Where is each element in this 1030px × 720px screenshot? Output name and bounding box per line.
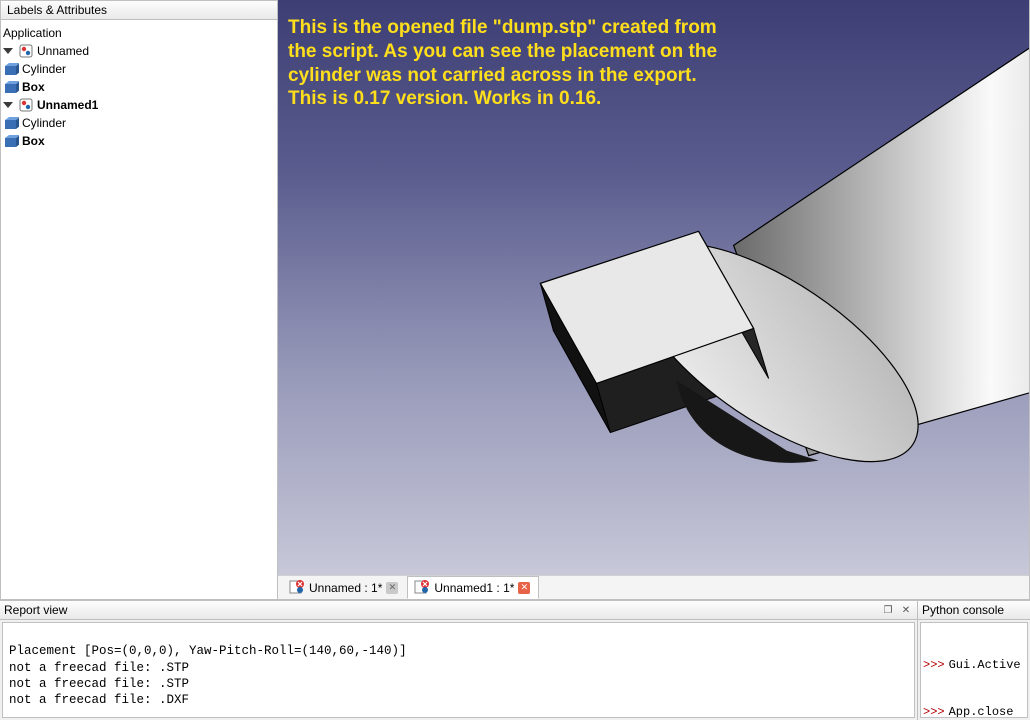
- annotation-line: cylinder was not carried across in the e…: [288, 64, 1025, 88]
- part-icon: [3, 61, 19, 77]
- document-icon: [18, 43, 34, 59]
- document-tab-icon: [289, 578, 305, 597]
- chevron-down-icon[interactable]: [3, 48, 13, 54]
- report-view-panel: Report view ❐ ✕ Placement [Pos=(0,0,0), …: [0, 601, 918, 720]
- tree-doc-unnamed[interactable]: Unnamed: [3, 42, 275, 60]
- tree-item-label: Box: [22, 134, 45, 148]
- labels-attributes-panel: Labels & Attributes Application Unnamed …: [0, 0, 278, 600]
- tree-root[interactable]: Application: [3, 24, 275, 42]
- python-prompt: >>>: [923, 658, 945, 674]
- tree-item-label: Cylinder: [22, 116, 66, 130]
- document-tab-icon: [414, 578, 430, 597]
- python-line: >>>Gui.Active: [923, 658, 1021, 674]
- report-line: not a freecad file: .DXF: [9, 693, 189, 707]
- report-line: Placement [Pos=(0,0,0), Yaw-Pitch-Roll=(…: [9, 644, 407, 658]
- dock-icon[interactable]: ❐: [881, 603, 895, 617]
- tree-item-cylinder[interactable]: Cylinder: [3, 60, 275, 78]
- part-icon: [3, 133, 19, 149]
- tree-item-label: Cylinder: [22, 62, 66, 76]
- tree-item-label: Box: [22, 80, 45, 94]
- tree-doc-label: Unnamed: [37, 44, 89, 58]
- annotation-line: This is 0.17 version. Works in 0.16.: [288, 87, 1025, 111]
- report-view-body[interactable]: Placement [Pos=(0,0,0), Yaw-Pitch-Roll=(…: [2, 622, 915, 718]
- tree-body[interactable]: Application Unnamed Cylinder B: [1, 20, 277, 599]
- annotation-text: This is the opened file "dump.stp" creat…: [288, 16, 1025, 111]
- document-tab-unnamed1[interactable]: Unnamed1 : 1* ✕: [407, 576, 539, 599]
- part-icon: [3, 79, 19, 95]
- tree-doc-unnamed1[interactable]: Unnamed1: [3, 96, 275, 114]
- tab-close-icon[interactable]: ✕: [386, 582, 398, 594]
- tree-item-box[interactable]: Box: [3, 132, 275, 150]
- tree-item-cylinder[interactable]: Cylinder: [3, 114, 275, 132]
- python-console-panel: Python console >>>Gui.Active >>>App.clos…: [918, 601, 1030, 720]
- document-tab-label: Unnamed : 1*: [309, 581, 382, 595]
- python-prompt: >>>: [923, 705, 945, 718]
- report-view-title: Report view: [4, 603, 67, 617]
- viewport-container: This is the opened file "dump.stp" creat…: [278, 0, 1030, 600]
- close-icon[interactable]: ✕: [899, 603, 913, 617]
- annotation-line: the script. As you can see the placement…: [288, 40, 1025, 64]
- 3d-viewport[interactable]: This is the opened file "dump.stp" creat…: [278, 0, 1029, 575]
- chevron-down-icon[interactable]: [3, 102, 13, 108]
- annotation-line: This is the opened file "dump.stp" creat…: [288, 16, 1025, 40]
- python-console-title: Python console: [922, 603, 1004, 617]
- report-line: not a freecad file: .STP: [9, 661, 189, 675]
- tree-item-box[interactable]: Box: [3, 78, 275, 96]
- tree-panel-header: Labels & Attributes: [1, 0, 277, 20]
- tree-doc-label: Unnamed1: [37, 98, 98, 112]
- application-label: Application: [3, 26, 62, 40]
- document-tab-label: Unnamed1 : 1*: [434, 581, 514, 595]
- document-icon: [18, 97, 34, 113]
- document-tab-unnamed[interactable]: Unnamed : 1* ✕: [282, 576, 407, 599]
- python-console-body[interactable]: >>>Gui.Active >>>App.close >>>App.close …: [920, 622, 1028, 718]
- python-line: >>>App.close: [923, 705, 1021, 718]
- tab-close-icon[interactable]: ✕: [518, 582, 530, 594]
- report-line: not a freecad file: .STP: [9, 677, 189, 691]
- document-tab-bar: Unnamed : 1* ✕ Unnamed1 : 1* ✕: [278, 575, 1029, 599]
- part-icon: [3, 115, 19, 131]
